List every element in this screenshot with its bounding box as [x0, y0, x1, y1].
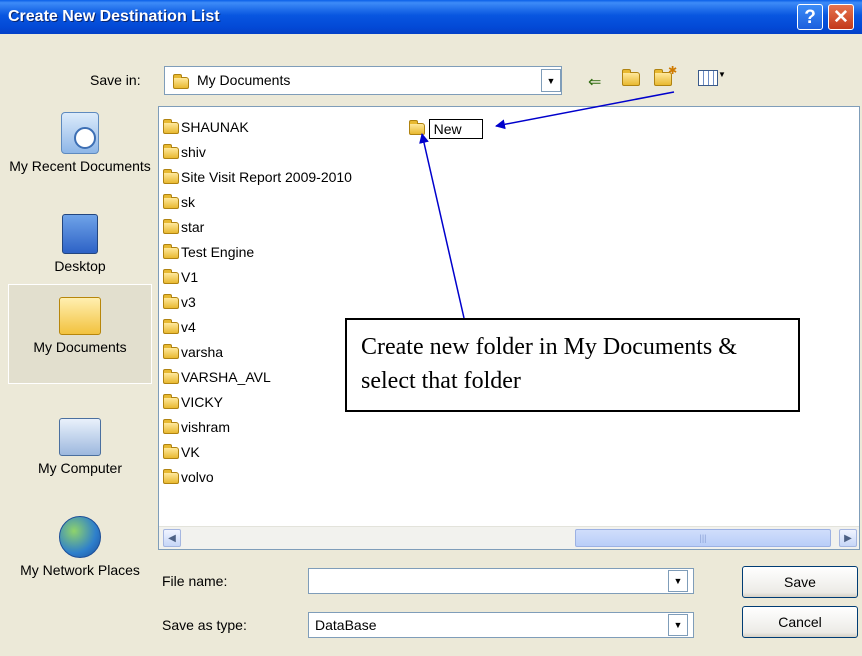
annotation-arrows [419, 91, 675, 319]
arrow-to-new-folder-name [495, 91, 675, 130]
arrow-to-new-folder-icon [419, 133, 465, 319]
